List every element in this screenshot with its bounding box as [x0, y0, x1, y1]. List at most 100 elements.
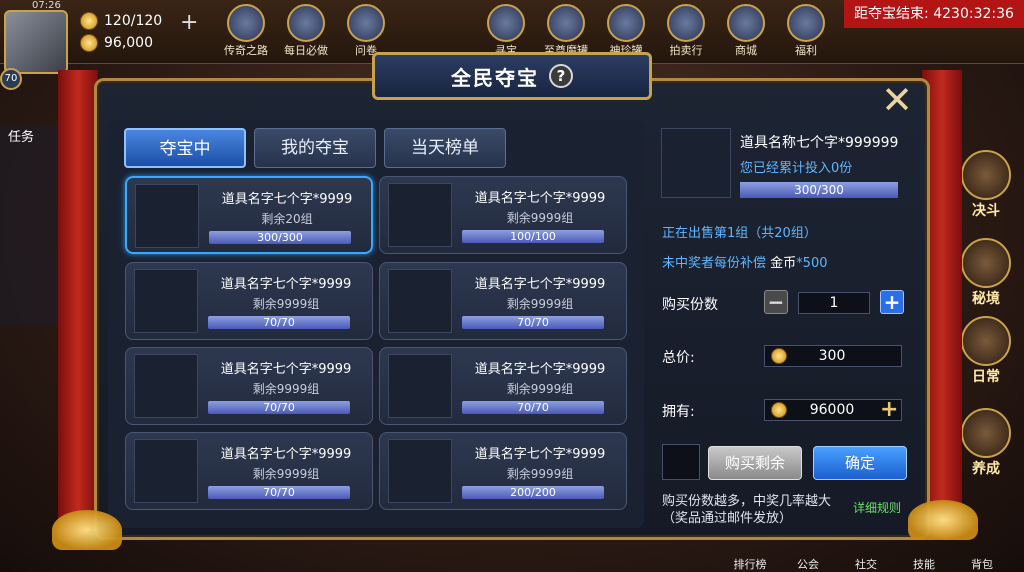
daily-icon	[961, 316, 1011, 366]
item-progress-text: 300/300	[257, 231, 303, 244]
tab-my-treasure[interactable]: 我的夺宝	[254, 128, 376, 168]
top-menu: 传奇之路 每日必做 问卷 寻宝 至尊魔罐 神珍罐 拍卖行 商城 福利	[222, 4, 830, 58]
dialog-title-plate: 全民夺宝 ?	[372, 52, 652, 100]
list-item[interactable]: 道具名字七个字*9999 剩余9999组 70/70	[379, 347, 627, 425]
stamina-row: 120/120	[80, 12, 162, 30]
top-icon-2[interactable]: 问卷	[342, 4, 390, 58]
list-item[interactable]: 道具名字七个字*9999 剩余9999组 70/70	[125, 347, 373, 425]
item-progress-bar: 70/70	[462, 401, 604, 414]
item-remaining: 剩余9999组	[252, 382, 320, 396]
auction-icon	[667, 4, 705, 42]
swords-icon	[961, 150, 1011, 200]
item-remaining: 剩余9999组	[506, 297, 574, 311]
compensation-info: 未中奖者每份补偿 金币*500	[662, 252, 828, 271]
item-remaining: 剩余9999组	[252, 467, 320, 481]
qty-label: 购买份数	[662, 297, 718, 313]
item-progress-text: 70/70	[517, 401, 549, 414]
cultivate-button[interactable]: 养成	[958, 408, 1014, 478]
help-icon[interactable]: ?	[549, 64, 573, 88]
total-price-box: 300	[764, 345, 902, 367]
top-icon-3[interactable]: 寻宝	[482, 4, 530, 58]
nav-bag[interactable]: 背包	[960, 556, 1004, 572]
item-progress-bar: 70/70	[208, 401, 350, 414]
prize-progress-text: 300/300	[794, 183, 844, 197]
top-icon-1[interactable]: 每日必做	[282, 4, 330, 58]
list-item[interactable]: 道具名字七个字*9999 剩余20组 300/300	[125, 176, 373, 254]
duel-button[interactable]: 决斗	[958, 150, 1014, 220]
comp-amount: *500	[796, 256, 828, 271]
daily-must-icon	[287, 4, 325, 42]
secret-realm-button[interactable]: 秘境	[958, 238, 1014, 308]
own-label: 拥有:	[662, 404, 695, 420]
close-icon[interactable]: ✕	[878, 81, 916, 120]
tab-in-progress[interactable]: 夺宝中	[124, 128, 246, 168]
item-name: 道具名字七个字*9999	[474, 447, 606, 462]
item-name: 道具名字七个字*9999	[221, 192, 353, 207]
item-thumbnail	[134, 354, 198, 418]
add-stamina-icon[interactable]: +	[180, 10, 198, 35]
nav-social[interactable]: 社交	[844, 556, 888, 572]
event-countdown: 距夺宝结束: 4230:32:36	[844, 0, 1024, 28]
buy-remaining-button[interactable]: 购买剩余	[708, 446, 802, 480]
item-remaining: 剩余9999组	[252, 297, 320, 311]
item-remaining: 剩余9999组	[506, 211, 574, 225]
tab-daily-ranking[interactable]: 当天榜单	[384, 128, 506, 168]
treasure-hunt-icon	[487, 4, 525, 42]
shop-icon	[727, 4, 765, 42]
item-name: 道具名字七个字*9999	[220, 447, 352, 462]
item-remaining: 剩余9999组	[506, 382, 574, 396]
increase-qty-button[interactable]: +	[880, 290, 904, 314]
list-item[interactable]: 道具名字七个字*9999 剩余9999组 70/70	[379, 262, 627, 340]
supreme-jar-icon	[547, 4, 585, 42]
total-label: 总价:	[662, 350, 695, 366]
buy-rest-checkbox[interactable]	[662, 444, 700, 480]
nav-skills[interactable]: 技能	[902, 556, 946, 572]
confirm-button[interactable]: 确定	[813, 446, 907, 480]
prize-name: 道具名称七个字*999999	[740, 135, 899, 151]
prize-thumbnail	[661, 128, 731, 198]
item-name: 道具名字七个字*9999	[474, 277, 606, 292]
tab-bar: 夺宝中 我的夺宝 当天榜单	[124, 128, 506, 168]
gold-row: 96,000	[80, 34, 153, 52]
item-name: 道具名字七个字*9999	[474, 191, 606, 206]
item-thumbnail	[388, 439, 452, 503]
item-thumbnail	[388, 269, 452, 333]
item-thumbnail	[134, 269, 198, 333]
top-icon-8[interactable]: 福利	[782, 4, 830, 58]
player-avatar[interactable]	[4, 10, 68, 74]
total-price: 300	[818, 348, 846, 364]
list-item[interactable]: 道具名字七个字*9999 剩余9999组 70/70	[125, 262, 373, 340]
item-progress-text: 70/70	[263, 486, 295, 499]
item-thumbnail	[135, 184, 199, 248]
item-progress-bar: 200/200	[462, 486, 604, 499]
decrease-qty-button[interactable]: −	[764, 290, 788, 314]
item-progress-text: 70/70	[517, 316, 549, 329]
top-icon-5[interactable]: 神珍罐	[602, 4, 650, 58]
list-item[interactable]: 道具名字七个字*9999 剩余9999组 200/200	[379, 432, 627, 510]
realm-icon	[961, 238, 1011, 288]
qty-field[interactable]: 1	[798, 292, 870, 314]
gold-pile-left	[52, 510, 122, 550]
owned-gold: 96000	[809, 402, 855, 418]
welfare-icon	[787, 4, 825, 42]
nav-ranking[interactable]: 排行榜	[728, 556, 772, 572]
list-item[interactable]: 道具名字七个字*9999 剩余9999组 100/100	[379, 176, 627, 254]
survey-icon	[347, 4, 385, 42]
treasure-jar-icon	[607, 4, 645, 42]
invested-text: 您已经累计投入0份	[740, 161, 853, 176]
comp-currency: 金币	[770, 256, 797, 271]
legend-road-icon	[227, 4, 265, 42]
list-item[interactable]: 道具名字七个字*9999 剩余9999组 70/70	[125, 432, 373, 510]
item-name: 道具名字七个字*9999	[220, 362, 352, 377]
top-icon-7[interactable]: 商城	[722, 4, 770, 58]
add-gold-icon[interactable]: +	[880, 397, 898, 422]
rules-link[interactable]: 详细规则	[853, 499, 901, 516]
nav-guild[interactable]: 公会	[786, 556, 830, 572]
daily-button[interactable]: 日常	[958, 316, 1014, 386]
top-icon-4[interactable]: 至尊魔罐	[542, 4, 590, 58]
top-icon-0[interactable]: 传奇之路	[222, 4, 270, 58]
dialog-title: 全民夺宝	[451, 65, 539, 90]
top-icon-6[interactable]: 拍卖行	[662, 4, 710, 58]
hint-mail: （奖品通过邮件发放）	[662, 511, 793, 526]
task-tab[interactable]: 任务	[8, 126, 34, 145]
